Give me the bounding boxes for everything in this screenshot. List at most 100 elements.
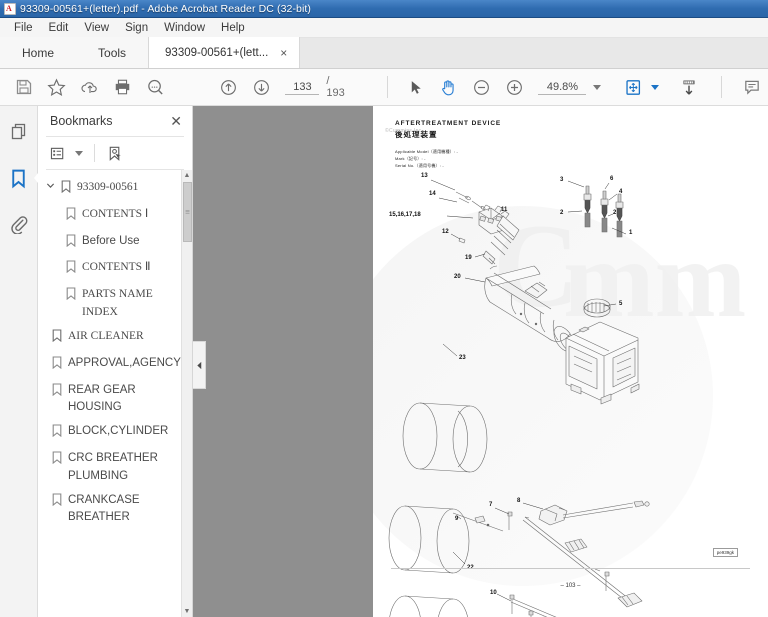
comment-icon[interactable] — [735, 72, 768, 102]
bookmark-item[interactable]: APPROVAL,AGENCY — [38, 352, 192, 379]
chevron-down-icon[interactable] — [44, 181, 56, 190]
callout-19: 19 — [465, 255, 472, 261]
collapse-panel-handle[interactable] — [193, 341, 206, 389]
chevron-down-icon[interactable] — [75, 150, 83, 156]
scroll-down-arrow-icon[interactable]: ▼ — [182, 606, 192, 617]
callout-15-16-17-18: 15,16,17,18 — [389, 212, 421, 218]
tab-close-icon[interactable]: × — [278, 47, 289, 59]
bookmark-icon — [66, 287, 77, 307]
hand-tool-icon[interactable] — [432, 72, 465, 102]
page-number-label: – 103 – — [560, 583, 581, 589]
bookmark-icon — [52, 451, 63, 471]
zoom-dropdown-caret-icon[interactable] — [593, 84, 602, 90]
svg-text:mm: mm — [563, 218, 746, 340]
document-view[interactable]: AFTERTREATMENT DEVICE 後処理装置 Applicable M… — [193, 106, 768, 617]
tab-home[interactable]: Home — [0, 37, 77, 68]
bookmark-icon — [66, 234, 77, 254]
bookmark-label: CRANKCASE BREATHER — [68, 493, 140, 524]
acrobat-icon — [4, 2, 16, 15]
search-icon[interactable] — [139, 72, 172, 102]
bookmark-item[interactable]: CONTENTS Ⅰ — [38, 203, 192, 230]
menu-edit[interactable]: Edit — [41, 21, 77, 35]
bookmark-icon — [66, 207, 77, 227]
zoom-out-icon[interactable] — [465, 72, 498, 102]
callout-12: 12 — [442, 229, 449, 235]
page-number-input[interactable] — [285, 79, 320, 95]
bookmark-item[interactable]: AIR CLEANER — [38, 325, 192, 352]
bookmark-options-icon[interactable] — [50, 146, 67, 161]
new-bookmark-icon[interactable] — [106, 145, 124, 162]
callout-23: 23 — [459, 355, 466, 361]
callout-11: 11 — [501, 207, 508, 213]
exploded-parts-diagram: C mm 13 14 15,16,17,18 12 11 19 20 23 3 … — [373, 173, 746, 617]
bookmark-icon — [61, 180, 72, 200]
fit-page-dropdown-caret-icon[interactable] — [650, 84, 659, 90]
bookmark-item[interactable]: BLOCK,CYLINDER — [38, 420, 192, 447]
bookmark-label: 93309-00561 — [77, 181, 139, 193]
bookmark-icon — [52, 356, 63, 376]
bookmark-item[interactable]: REAR GEAR HOUSING — [38, 379, 192, 421]
callout-4: 4 — [619, 189, 623, 195]
menu-view[interactable]: View — [76, 21, 117, 35]
menu-file[interactable]: File — [6, 21, 41, 35]
scrollbar-thumb[interactable] — [183, 182, 192, 242]
close-icon[interactable]: ✕ — [170, 114, 182, 128]
bookmarks-panel-title: Bookmarks — [50, 114, 113, 128]
tab-tools[interactable]: Tools — [76, 37, 149, 68]
tab-document-label: 93309-00561+(lett... — [165, 46, 269, 59]
main-body: Bookmarks ✕ 93309-00561 CONTENTS Ⅰ Befor… — [0, 106, 768, 617]
bookmark-item[interactable]: Before Use — [38, 230, 192, 257]
pdf-page[interactable]: AFTERTREATMENT DEVICE 後処理装置 Applicable M… — [373, 106, 768, 617]
add-to-favorites-icon[interactable] — [41, 72, 74, 102]
menu-help[interactable]: Help — [213, 21, 253, 35]
callout-10: 10 — [490, 590, 497, 596]
toolbar-divider — [386, 76, 388, 98]
scroll-up-arrow-icon[interactable]: ▲ — [182, 170, 192, 181]
menu-bar: File Edit View Sign Window Help — [0, 18, 768, 38]
bookmarks-panel: Bookmarks ✕ 93309-00561 CONTENTS Ⅰ Befor… — [38, 106, 193, 617]
previous-page-icon[interactable] — [212, 72, 245, 102]
zoom-level-input[interactable] — [538, 79, 587, 95]
bookmark-icon — [52, 493, 63, 513]
bookmark-item[interactable]: CONTENTS Ⅱ — [38, 256, 192, 283]
toolbar-divider-2 — [720, 76, 722, 98]
bookmark-root-item[interactable]: 93309-00561 — [38, 176, 192, 203]
bookmark-item[interactable]: CRC BREATHER PLUMBING — [38, 447, 192, 489]
scroll-mode-icon[interactable] — [672, 72, 705, 102]
zoom-in-icon[interactable] — [498, 72, 531, 102]
bookmarks-icon[interactable] — [4, 164, 42, 192]
menu-sign[interactable]: Sign — [117, 21, 156, 35]
next-page-icon[interactable] — [245, 72, 278, 102]
bookmark-label: REAR GEAR HOUSING — [68, 383, 136, 414]
tab-document[interactable]: 93309-00561+(lett... × — [148, 37, 301, 68]
select-cursor-icon[interactable] — [400, 72, 433, 102]
bookmarks-panel-toolbar — [38, 137, 192, 169]
bookmark-icon — [52, 329, 63, 349]
callout-14: 14 — [429, 191, 436, 197]
bookmark-label: APPROVAL,AGENCY — [68, 356, 181, 369]
print-icon[interactable] — [106, 72, 139, 102]
title-bar: 93309-00561+(letter).pdf - Adobe Acrobat… — [0, 0, 768, 18]
upload-to-cloud-icon[interactable] — [73, 72, 106, 102]
bookmark-label: BLOCK,CYLINDER — [68, 425, 169, 438]
fit-page-icon[interactable] — [617, 72, 650, 102]
window-title: 93309-00561+(letter).pdf - Adobe Acrobat… — [20, 2, 312, 15]
bookmark-item[interactable]: PARTS NAME INDEX — [38, 283, 192, 325]
menu-window[interactable]: Window — [156, 21, 213, 35]
bookmark-icon — [52, 424, 63, 444]
bookmark-icon — [52, 382, 63, 403]
navigation-rail — [0, 106, 42, 617]
bookmark-icon — [66, 260, 77, 280]
bookmarks-list[interactable]: 93309-00561 CONTENTS Ⅰ Before Use CONTEN… — [38, 170, 192, 617]
attachments-icon[interactable] — [4, 210, 34, 238]
callout-6: 6 — [610, 176, 614, 182]
bookmarks-scrollbar[interactable]: ▲ ▼ — [181, 170, 192, 617]
bookmark-label: CONTENTS Ⅰ — [82, 207, 149, 220]
bookmarks-panel-header: Bookmarks ✕ — [38, 106, 192, 136]
tab-strip: Home Tools 93309-00561+(lett... × — [0, 37, 768, 69]
page-total-label: / 193 — [326, 75, 345, 99]
save-icon[interactable] — [8, 72, 41, 102]
bookmark-item[interactable]: CRANKCASE BREATHER — [38, 489, 192, 531]
page-thumbnails-icon[interactable] — [4, 118, 34, 146]
panel-toolbar-divider — [94, 144, 95, 162]
